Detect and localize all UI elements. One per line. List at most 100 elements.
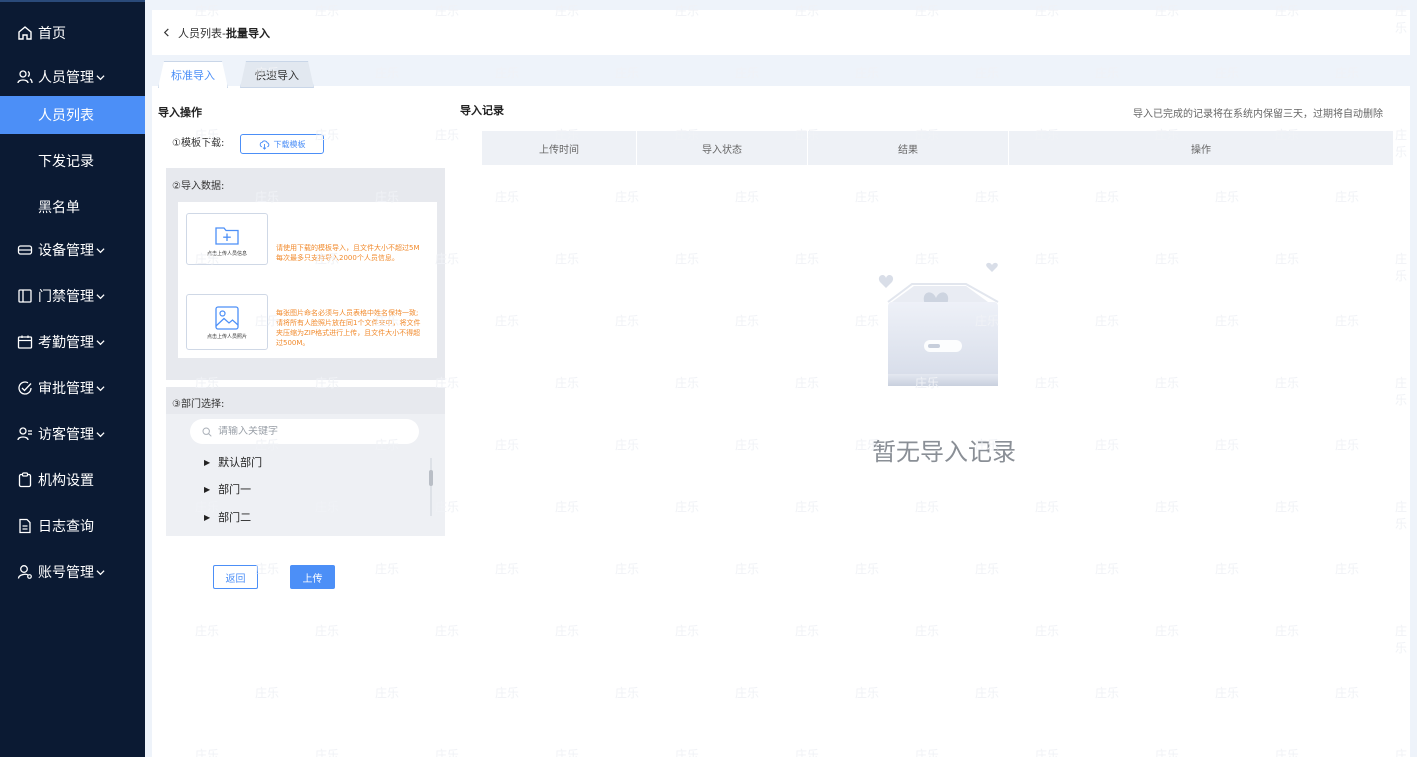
clipboard-icon [17, 472, 33, 488]
watermark-text: 庄乐 [1335, 66, 1360, 80]
chevron-left-icon[interactable] [162, 28, 174, 37]
tab-quick-import[interactable]: 快速导入 [240, 61, 314, 88]
tree-item-dept-two[interactable]: ▶ 部门二 [204, 509, 251, 525]
watermark-text: 庄乐 [855, 66, 880, 80]
tree-item-default-dept[interactable]: ▶ 默认部门 [204, 454, 262, 470]
upload-person-info-label: 点击上传人员信息 [206, 250, 247, 257]
column-result: 结果 [808, 131, 1009, 165]
nav-access[interactable]: 门禁管理 [0, 277, 145, 315]
records-table-header: 上传时间 导入状态 结果 操作 [482, 131, 1393, 165]
nav-account[interactable]: 账号管理 [0, 553, 145, 591]
tree-scrollbar-thumb[interactable] [429, 470, 433, 486]
department-section: ③部门选择: [166, 387, 445, 414]
upload-photo-hint-line: 每张图片命名必须与人员表格中姓名保持一致; [276, 309, 419, 317]
nav-visitor[interactable]: 访客管理 [0, 415, 145, 453]
import-operation-title: 导入操作 [158, 106, 202, 119]
nav-issue-records[interactable]: 下发记录 [0, 142, 145, 180]
upload-button[interactable]: 上传 [290, 565, 335, 589]
nav-device[interactable]: 设备管理 [0, 231, 145, 269]
tree-item-dept-one[interactable]: ▶ 部门一 [204, 481, 251, 497]
device-icon [17, 242, 33, 258]
chevron-down-icon [96, 73, 105, 82]
watermark-text: 庄乐 [1095, 66, 1120, 80]
nav-access-label: 门禁管理 [38, 289, 94, 305]
chevron-down-icon [96, 246, 105, 255]
nav-personnel-label: 人员管理 [38, 70, 94, 86]
nav-device-label: 设备管理 [38, 243, 94, 259]
nav-approval-label: 审批管理 [38, 381, 94, 397]
nav-blacklist-label: 黑名单 [38, 200, 80, 216]
nav-personnel-list[interactable]: 人员列表 [0, 96, 145, 134]
tree-item-label: 默认部门 [218, 456, 263, 469]
nav-personnel-list-label: 人员列表 [38, 108, 94, 124]
breadcrumb-parent[interactable]: 人员列表- [178, 25, 226, 41]
chevron-down-icon [96, 292, 105, 301]
watermark-text: 庄乐 [495, 66, 520, 80]
tree-scrollbar-track[interactable] [430, 458, 432, 516]
nav-logs[interactable]: 日志查询 [0, 507, 145, 545]
upload-photo-hint-line: 夹压缩为ZIP格式进行上传，且文件大小不得超 [276, 329, 421, 337]
nav-attendance-label: 考勤管理 [38, 335, 94, 351]
image-icon [215, 305, 239, 330]
chevron-down-icon [96, 338, 105, 347]
nav-logs-label: 日志查询 [38, 519, 94, 535]
watermark-text: 庄乐 [975, 66, 1000, 80]
department-search [190, 419, 419, 444]
download-template-button[interactable]: 下载模板 [240, 134, 324, 154]
users-icon [17, 69, 33, 85]
return-button[interactable]: 返回 [213, 565, 258, 589]
home-icon [17, 25, 33, 41]
document-icon [17, 518, 33, 534]
watermark-text: 庄乐 [375, 66, 400, 80]
department-label: ③部门选择: [172, 399, 225, 410]
nav-blacklist[interactable]: 黑名单 [0, 188, 145, 226]
upload-person-photo-label: 点击上传人员照片 [206, 333, 247, 340]
records-retention-notice: 导入已完成的记录将在系统内保留三天，过期将自动删除 [1133, 109, 1383, 120]
folder-add-icon [215, 226, 239, 245]
nav-home[interactable]: 首页 [0, 14, 145, 52]
nav-account-label: 账号管理 [38, 565, 94, 581]
upload-photo-hint-line: 过500M。 [276, 339, 310, 347]
visitor-icon [17, 426, 33, 442]
tree-item-label: 部门二 [218, 511, 252, 524]
caret-right-icon[interactable]: ▶ [204, 513, 210, 522]
account-icon [17, 564, 33, 580]
chevron-down-icon [96, 430, 105, 439]
nav-approval[interactable]: 审批管理 [0, 369, 145, 407]
caret-right-icon[interactable]: ▶ [204, 458, 210, 467]
upload-photo-hint-line: 请将所有人脸照片放在同1个文件夹中，将文件 [276, 319, 421, 327]
tab-standard-import[interactable]: 标准导入 [158, 61, 228, 88]
template-download-label: ①模板下载: [172, 138, 225, 149]
watermark-text: 庄乐 [615, 66, 640, 80]
sidebar: 首页 人员管理 人员列表 下发记录 黑名单 设备管理 门禁管理 考勤管理 审批管… [0, 0, 145, 757]
column-actions: 操作 [1191, 144, 1211, 156]
column-upload-time: 上传时间 [482, 131, 637, 165]
nav-organization[interactable]: 机构设置 [0, 461, 145, 499]
nav-organization-label: 机构设置 [38, 473, 94, 489]
search-icon [202, 426, 212, 437]
watermark-text: 庄乐 [1215, 66, 1240, 80]
upload-person-hint: 请使用下载的模板导入，且文件大小不超过5M 每次最多只支持导入2000个人员信息… [276, 243, 420, 263]
nav-visitor-label: 访客管理 [38, 427, 94, 443]
chevron-down-icon [96, 568, 105, 577]
chevron-down-icon [96, 384, 105, 393]
import-records-title: 导入记录 [460, 104, 504, 117]
upload-photo-hint: 每张图片命名必须与人员表格中姓名保持一致; 请将所有人脸照片放在同1个文件夹中，… [276, 308, 420, 348]
upload-person-hint-line: 请使用下载的模板导入，且文件大小不超过5M [276, 244, 420, 252]
upload-person-photo-button[interactable]: 点击上传人员照片 [186, 294, 268, 350]
breadcrumb-current: 批量导入 [225, 26, 270, 40]
caret-right-icon[interactable]: ▶ [204, 485, 210, 494]
watermark-text: 庄乐 [735, 66, 760, 80]
nav-attendance[interactable]: 考勤管理 [0, 323, 145, 361]
calendar-icon [17, 334, 33, 350]
check-circle-icon [17, 380, 33, 396]
door-icon [17, 288, 33, 304]
tree-item-label: 部门一 [218, 483, 252, 496]
department-search-input[interactable] [218, 426, 398, 437]
breadcrumb: 人员列表- 批量导入 [152, 10, 1410, 55]
empty-records-message: 暂无导入记录 [872, 438, 1016, 466]
upload-person-info-button[interactable]: 点击上传人员信息 [186, 213, 268, 265]
nav-home-label: 首页 [38, 26, 66, 42]
nav-issue-records-label: 下发记录 [38, 154, 94, 170]
nav-personnel[interactable]: 人员管理 [0, 58, 145, 96]
